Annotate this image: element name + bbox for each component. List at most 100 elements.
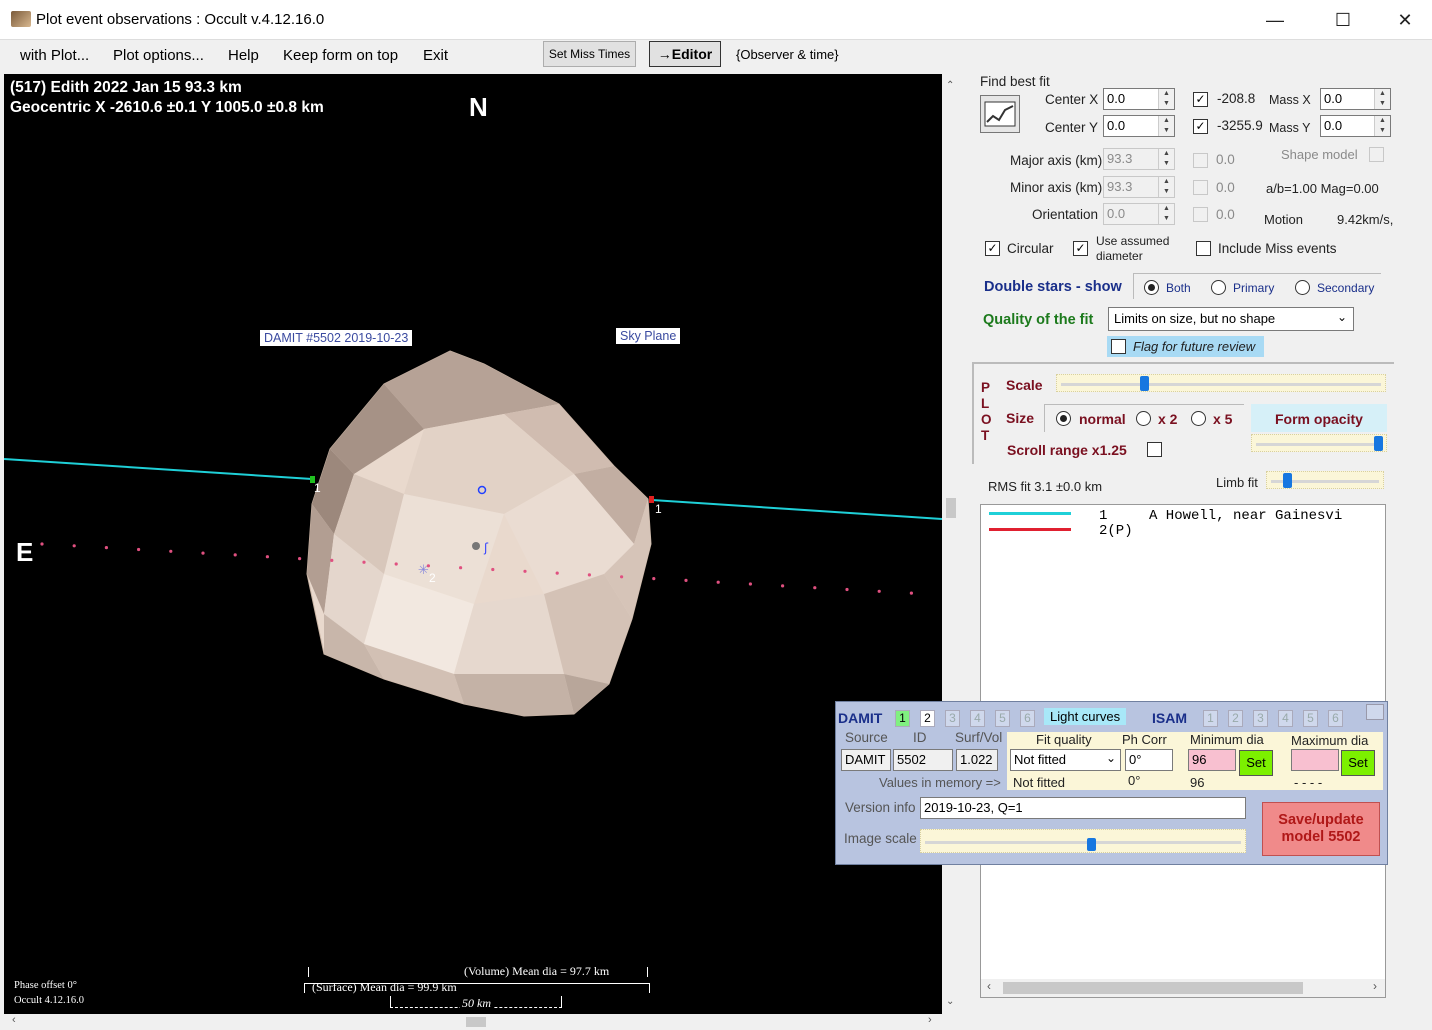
size-x2-radio[interactable] (1136, 411, 1151, 426)
isam-model-5[interactable]: 5 (1303, 710, 1318, 727)
plot-horizontal-scrollbar[interactable]: ‹ › (4, 1014, 942, 1030)
damit-close-button[interactable] (1366, 704, 1384, 720)
orientation-input[interactable]: 0.0 ▲ ▼ (1103, 203, 1175, 225)
menu-help[interactable]: Help (228, 45, 259, 66)
shape-model-label: Shape model (1281, 147, 1358, 162)
mass-y-input[interactable]: 0.0 ▲ ▼ (1320, 115, 1391, 137)
chord-2-dot (491, 567, 495, 572)
menu-plot-options[interactable]: Plot options... (113, 45, 204, 66)
major-axis-label: Major axis (km) (1010, 153, 1103, 168)
secondary-label: Secondary (1317, 281, 1375, 295)
damit-model-5[interactable]: 5 (995, 710, 1010, 727)
chord-2-label: 2 (429, 571, 436, 585)
isam-model-3[interactable]: 3 (1253, 710, 1268, 727)
chord-2-dot (587, 573, 592, 577)
damit-model-6[interactable]: 6 (1020, 710, 1035, 727)
chord-2-dot (40, 542, 44, 546)
observer-2-num: 2(P) (1099, 523, 1133, 539)
plot-vertical-scrollbar[interactable]: ⌃ ⌄ (942, 74, 960, 1014)
maximize-button[interactable]: ☐ (1320, 6, 1366, 34)
limb-fit-slider[interactable] (1266, 471, 1384, 489)
mass-x-input[interactable]: 0.0 ▲ ▼ (1320, 88, 1391, 110)
save-update-model-button[interactable]: Save/update model 5502 (1262, 802, 1380, 856)
chord-2-dot (459, 566, 463, 570)
fix-y-checkbox[interactable]: ✓ (1193, 119, 1208, 134)
editor-button[interactable]: →Editor (649, 41, 721, 67)
close-button[interactable]: ✕ (1382, 6, 1428, 34)
observer-list-hscrollbar[interactable]: ‹ › (981, 979, 1385, 997)
motion-label: Motion (1264, 212, 1304, 227)
plot-header-title: (517) Edith 2022 Jan 15 93.3 km (10, 79, 242, 96)
primary-radio[interactable] (1211, 280, 1226, 295)
fix-orientation-checkbox[interactable] (1193, 207, 1208, 222)
quality-label: Quality of the fit (983, 312, 1094, 328)
damit-model-1[interactable]: 1 (895, 710, 910, 727)
minor-axis-input[interactable]: 93.3 ▲ ▼ (1103, 176, 1175, 198)
form-opacity-slider-thumb[interactable] (1374, 436, 1384, 451)
menu-keep-on-top[interactable]: Keep form on top (283, 45, 398, 66)
minimize-button[interactable]: — (1252, 6, 1298, 34)
image-scale-slider-thumb[interactable] (1087, 838, 1097, 851)
include-miss-checkbox[interactable] (1196, 241, 1211, 256)
damit-model-2[interactable]: 2 (920, 710, 935, 727)
isam-model-6[interactable]: 6 (1328, 710, 1343, 727)
shape-model-checkbox[interactable] (1369, 147, 1384, 162)
observer-time-link[interactable]: {Observer & time} (736, 47, 839, 62)
set-miss-times-button[interactable]: Set Miss Times (543, 41, 636, 67)
version-info-input[interactable]: 2019-10-23, Q=1 (920, 797, 1246, 819)
scale-slider-thumb[interactable] (1140, 376, 1149, 391)
center-x-input[interactable]: 0.0 ▲ ▼ (1103, 88, 1175, 110)
scroll-range-checkbox[interactable] (1147, 442, 1162, 457)
surfvol-field: 1.022 (956, 749, 998, 771)
observer-2-color (989, 528, 1071, 531)
major-axis-input[interactable]: 93.3 ▲ ▼ (1103, 148, 1175, 170)
image-scale-slider[interactable] (920, 829, 1246, 853)
isam-model-4[interactable]: 4 (1278, 710, 1293, 727)
double-stars-label: Double stars - show (984, 279, 1122, 295)
size-x5-radio[interactable] (1191, 411, 1206, 426)
menu-exit[interactable]: Exit (423, 45, 448, 66)
use-assumed-checkbox[interactable]: ✓ (1073, 241, 1088, 256)
fit-quality-select[interactable]: Not fitted ⌄ (1010, 749, 1121, 771)
fix-major-checkbox[interactable] (1193, 153, 1208, 168)
chord-2-dot (813, 586, 817, 590)
fix-x-checkbox[interactable]: ✓ (1193, 92, 1208, 107)
fix-minor-checkbox[interactable] (1193, 180, 1208, 195)
phcorr-input[interactable]: 0° (1125, 749, 1173, 771)
min-dia-set-button[interactable]: Set (1239, 750, 1273, 776)
values-in-memory-label: Values in memory => (879, 775, 1001, 790)
observer-1-color (989, 512, 1071, 515)
menu-with-plot[interactable]: with Plot... (20, 45, 89, 66)
plot-header-geocentric: Geocentric X -2610.6 ±0.1 Y 1005.0 ±0.8 … (10, 99, 324, 116)
center-y-input[interactable]: 0.0 ▲ ▼ (1103, 115, 1175, 137)
form-opacity-slider[interactable] (1251, 434, 1387, 452)
flag-review-checkbox[interactable] (1111, 339, 1126, 354)
light-curves-button[interactable]: Light curves (1044, 708, 1127, 725)
max-dia-set-button[interactable]: Set (1341, 750, 1375, 776)
chart-icon (984, 101, 1016, 127)
isam-model-2[interactable]: 2 (1228, 710, 1243, 727)
plot-canvas[interactable]: ʃ ✳ (517) Edith 2022 Jan 15 93.3 km Geoc… (4, 74, 942, 1014)
chord-2-dot (104, 546, 108, 550)
ab-mag-label: a/b=1.00 Mag=0.00 (1266, 181, 1379, 196)
size-normal-radio[interactable] (1056, 411, 1071, 426)
min-dia-header: Minimum dia (1190, 732, 1264, 747)
find-best-fit-button[interactable] (980, 95, 1020, 133)
min-dia-input[interactable]: 96 (1188, 749, 1236, 771)
scale-slider[interactable] (1056, 374, 1386, 392)
isam-model-1[interactable]: 1 (1203, 710, 1218, 727)
circular-checkbox[interactable]: ✓ (985, 241, 1000, 256)
mem-min-dia: 96 (1190, 775, 1205, 790)
secondary-radio[interactable] (1295, 280, 1310, 295)
plot-svg: ʃ ✳ (4, 350, 942, 717)
both-radio[interactable] (1144, 280, 1159, 295)
damit-model-4[interactable]: 4 (970, 710, 985, 727)
fix-major-value: 0.0 (1216, 152, 1235, 167)
limb-fit-slider-thumb[interactable] (1283, 473, 1293, 488)
damit-model-3[interactable]: 3 (945, 710, 960, 727)
quality-select[interactable]: Limits on size, but no shape ⌄ (1108, 307, 1354, 331)
chord-2-dot (684, 578, 688, 582)
use-assumed-label: Use assumed diameter (1096, 234, 1170, 263)
observer-1-name: A Howell, near Gainesvi (1149, 508, 1343, 524)
max-dia-input[interactable] (1291, 749, 1339, 771)
